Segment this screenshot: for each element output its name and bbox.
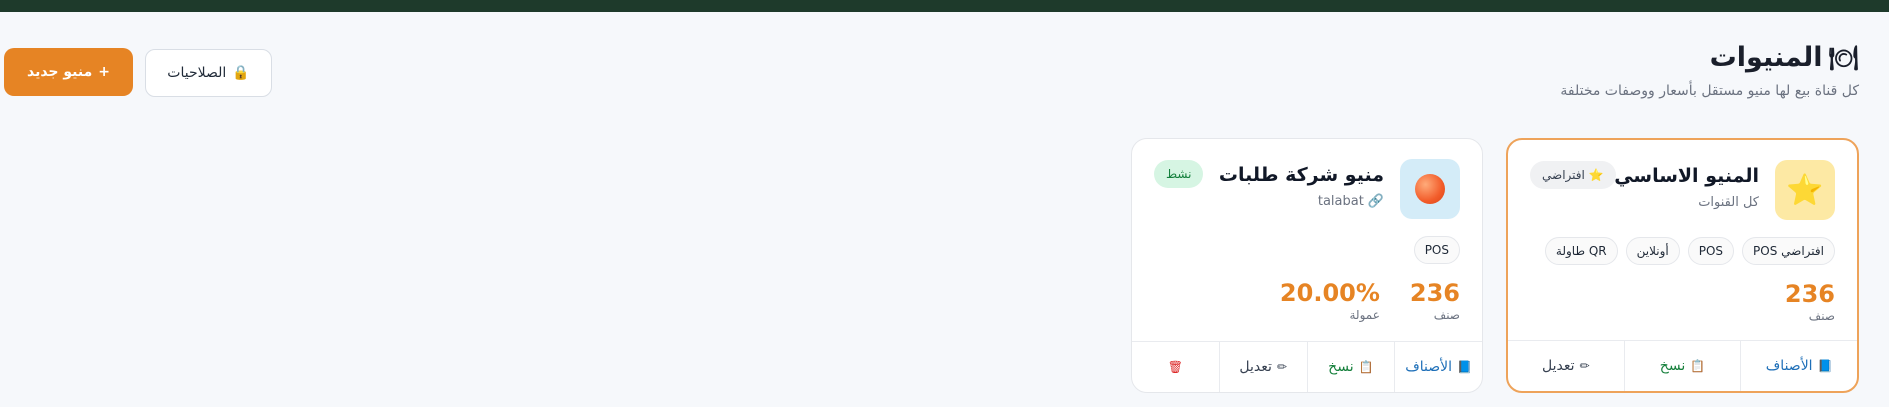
stat-value: 236 (1409, 279, 1460, 307)
clipboard-icon: 📋 (1690, 359, 1706, 373)
card-actions: الأصناف 📘 نسخ 📋 تعديل ✏ 🗑 (1132, 341, 1482, 392)
active-badge: نشط (1154, 160, 1204, 188)
page-subtitle: كل قناة بيع لها منيو مستقل بأسعار ووصفات… (1560, 83, 1859, 99)
permissions-label: الصلاحيات (167, 65, 227, 81)
pencil-icon: ✏ (1579, 359, 1590, 373)
edit-label: تعديل (1542, 358, 1575, 374)
stat-label: صنف (1808, 309, 1835, 323)
book-icon: 📘 (1817, 359, 1833, 373)
menu-card-title: المنيو الاساسي (1614, 165, 1759, 187)
plus-icon: + (98, 64, 110, 80)
top-bar (0, 0, 1889, 12)
stat-value: 236 (1784, 280, 1835, 308)
stat-value: 20.00% (1279, 279, 1380, 307)
copy-button[interactable]: نسخ 📋 (1306, 342, 1395, 392)
stat-items: 236 صنف (1785, 280, 1835, 323)
page-title-text: المنيوات (1709, 42, 1823, 73)
edit-label: تعديل (1239, 359, 1272, 375)
book-icon: 📘 (1457, 360, 1472, 374)
default-badge-label: افتراضي (1542, 168, 1585, 182)
lock-icon: 🔒 (232, 65, 250, 81)
star-badge-icon: ⭐ (1588, 168, 1604, 182)
stat-commission: 20.00% عمولة (1280, 279, 1380, 322)
channel-tag: أونلاين (1625, 237, 1680, 265)
orange-ball (1415, 174, 1445, 204)
page-title: المنيوات 🍽 (1560, 42, 1859, 73)
menu-card-title: منيو شركة طلبات (1218, 164, 1384, 186)
pencil-icon: ✏ (1276, 360, 1287, 374)
page-header: المنيوات 🍽 كل قناة بيع لها منيو مستقل بأ… (1560, 42, 1859, 99)
menu-card-subtitle-text: كل القنوات (1698, 195, 1759, 210)
default-badge: افتراضي ⭐ (1530, 161, 1616, 189)
orange-icon (1400, 159, 1460, 219)
stat-items: 236 صنف (1410, 279, 1460, 322)
categories-button[interactable]: الأصناف 📘 (1740, 341, 1857, 391)
categories-label: الأصناف (1405, 359, 1453, 375)
plate-icon: 🍽 (1828, 43, 1859, 72)
edit-button[interactable]: تعديل ✏ (1218, 342, 1307, 392)
edit-button[interactable]: تعديل ✏ (1508, 341, 1624, 391)
card-actions: الأصناف 📘 نسخ 📋 تعديل ✏ (1508, 340, 1857, 391)
menu-card-main[interactable]: ⭐ المنيو الاساسي كل القنوات افتراضي ⭐ PO… (1506, 138, 1859, 393)
channel-tags: POS افتراضي POS أونلاين طاولة QR (1544, 237, 1835, 265)
permissions-button[interactable]: الصلاحيات 🔒 (145, 49, 272, 97)
menu-card-subtitle-text: talabat (1317, 194, 1364, 209)
copy-label: نسخ (1328, 359, 1354, 375)
menu-card-subtitle: talabat 🔗 (1318, 194, 1384, 209)
new-menu-button[interactable]: منيو جديد + (4, 48, 133, 96)
channel-tag: طاولة QR (1544, 237, 1618, 265)
stat-label: عمولة (1349, 308, 1380, 322)
menu-card-talabat[interactable]: منيو شركة طلبات talabat 🔗 نشط POS 236 صن… (1131, 138, 1483, 393)
trash-icon: 🗑 (1167, 360, 1183, 374)
channel-tags: POS (1413, 236, 1460, 264)
menu-stats: 236 صنف 20.00% عمولة (1280, 279, 1460, 322)
copy-button[interactable]: نسخ 📋 (1623, 341, 1741, 391)
channel-tag: POS (1413, 236, 1460, 264)
categories-button[interactable]: الأصناف 📘 (1394, 342, 1482, 392)
star-icon: ⭐ (1775, 160, 1835, 220)
categories-label: الأصناف (1765, 358, 1813, 374)
new-menu-label: منيو جديد (26, 64, 93, 80)
link-icon: 🔗 (1367, 194, 1384, 209)
menu-card-subtitle: كل القنوات (1698, 195, 1759, 210)
menu-stats: 236 صنف (1785, 280, 1835, 323)
copy-label: نسخ (1659, 358, 1686, 374)
clipboard-icon: 📋 (1358, 360, 1374, 374)
stat-label: صنف (1433, 308, 1460, 322)
delete-button[interactable]: 🗑 (1132, 342, 1219, 392)
channel-tag: POS (1687, 237, 1735, 265)
channel-tag: POS افتراضي (1742, 237, 1835, 265)
